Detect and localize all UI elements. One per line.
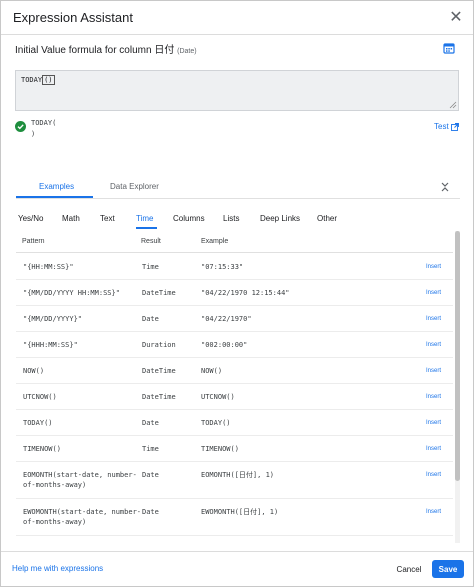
category-text[interactable]: Text xyxy=(100,214,115,223)
expression-text[interactable]: TODAY() xyxy=(21,75,55,85)
table-row: UTCNOW() DateTime UTCNOW() Insert xyxy=(16,384,453,410)
insert-link[interactable]: Insert xyxy=(426,342,441,348)
insert-link[interactable]: Insert xyxy=(426,290,441,296)
calendar-icon[interactable] xyxy=(443,42,455,54)
row-example: TODAY() xyxy=(201,419,231,427)
insert-link[interactable]: Insert xyxy=(426,316,441,322)
assistant-tabs: Examples Data Explorer xyxy=(16,177,460,199)
expression-function: TODAY xyxy=(21,76,43,84)
row-example: "07:15:33" xyxy=(201,263,244,271)
row-pattern: NOW() xyxy=(23,367,45,375)
table-row: TIMENOW() Time TIMENOW() Insert xyxy=(16,436,453,462)
table-row: "{HH:MM:SS}" Time "07:15:33" Insert xyxy=(16,254,453,280)
test-link[interactable]: Test xyxy=(434,122,459,131)
formula-label: Initial Value formula for column xyxy=(15,45,152,56)
dialog-header: Expression Assistant ✕ xyxy=(1,1,473,35)
row-pattern: "{MM/DD/YYYY HH:MM:SS}" xyxy=(23,289,120,297)
open-external-icon xyxy=(450,123,459,131)
category-time[interactable]: Time xyxy=(136,214,153,223)
category-deep-links[interactable]: Deep Links xyxy=(260,214,300,223)
table-row: "{MM/DD/YYYY HH:MM:SS}" DateTime "04/22/19… xyxy=(16,280,453,306)
dialog-footer: Help me with expressions Cancel Save xyxy=(1,551,473,587)
insert-link[interactable]: Insert xyxy=(426,394,441,400)
tab-data-explorer[interactable]: Data Explorer xyxy=(110,182,159,191)
row-pattern: UTCNOW() xyxy=(23,393,57,401)
insert-link[interactable]: Insert xyxy=(426,420,441,426)
row-example: NOW() xyxy=(201,367,223,375)
row-example: EWOMONTH([日付], 1) xyxy=(201,508,279,516)
test-label: Test xyxy=(434,122,449,131)
row-result: Date xyxy=(142,315,159,323)
row-pattern: TODAY() xyxy=(23,419,53,427)
row-result: Time xyxy=(142,445,159,453)
tab-examples[interactable]: Examples xyxy=(39,182,74,191)
scrollbar-thumb[interactable] xyxy=(455,231,460,481)
row-pattern: TIMENOW() xyxy=(23,445,61,453)
active-tab-indicator xyxy=(16,196,93,198)
row-pattern-continued: of-months-away) xyxy=(23,481,87,489)
row-example: EOMONTH([日付], 1) xyxy=(201,471,275,479)
table-scrollbar[interactable] xyxy=(455,231,460,543)
row-pattern: "{MM/DD/YYYY}" xyxy=(23,315,83,323)
row-pattern-continued: of-months-away) xyxy=(23,518,87,526)
dialog-title: Expression Assistant xyxy=(13,10,133,25)
save-button[interactable]: Save xyxy=(432,560,464,578)
row-example: "002:00:00" xyxy=(201,341,248,349)
category-lists[interactable]: Lists xyxy=(223,214,239,223)
active-category-indicator xyxy=(136,227,157,229)
result-line-2: ) xyxy=(31,130,36,138)
category-tabs: Yes/No Math Text Time Columns Lists Deep… xyxy=(16,209,456,231)
header-result: Result xyxy=(141,238,161,245)
expression-editor[interactable]: TODAY() xyxy=(15,70,459,111)
row-result: DateTime xyxy=(142,393,176,401)
check-circle-icon xyxy=(15,121,26,132)
result-line-1: TODAY( xyxy=(31,119,57,127)
table-row: TODAY() Date TODAY() Insert xyxy=(16,410,453,436)
header-pattern: Pattern xyxy=(22,238,45,245)
insert-link[interactable]: Insert xyxy=(426,472,441,478)
column-type: (Date) xyxy=(177,48,197,55)
help-link[interactable]: Help me with expressions xyxy=(12,564,103,573)
validation-result: TODAY( ) xyxy=(31,118,56,140)
table-row: NOW() DateTime NOW() Insert xyxy=(16,358,453,384)
row-result: Duration xyxy=(142,341,176,349)
category-columns[interactable]: Columns xyxy=(173,214,205,223)
row-result: Date xyxy=(142,508,159,516)
category-math[interactable]: Math xyxy=(62,214,80,223)
formula-subtitle: Initial Value formula for column 日付 (Dat… xyxy=(15,41,197,56)
expression-assistant-dialog: Expression Assistant ✕ Initial Value for… xyxy=(0,0,474,587)
header-example: Example xyxy=(201,238,229,245)
table-header: Pattern Result Example xyxy=(16,231,453,253)
row-result: Time xyxy=(142,263,159,271)
insert-link[interactable]: Insert xyxy=(426,509,441,515)
row-result: Date xyxy=(142,419,159,427)
table-row: "{MM/DD/YYYY}" Date "04/22/1970" Insert xyxy=(16,306,453,332)
table-row: EOMONTH(start-date, number-of-months-awa… xyxy=(16,462,453,499)
row-result: Date xyxy=(142,471,159,479)
row-example: "04/22/1970 12:15:44" xyxy=(201,289,290,297)
row-pattern: "{HHH:MM:SS}" xyxy=(23,341,78,349)
category-other[interactable]: Other xyxy=(317,214,337,223)
column-name: 日付 xyxy=(154,45,175,56)
expression-cursor-parens: () xyxy=(42,75,55,85)
cancel-button[interactable]: Cancel xyxy=(392,560,426,578)
insert-link[interactable]: Insert xyxy=(426,264,441,270)
collapse-icon[interactable] xyxy=(439,181,451,193)
category-yes-no[interactable]: Yes/No xyxy=(18,214,44,223)
row-result: DateTime xyxy=(142,367,176,375)
row-example: UTCNOW() xyxy=(201,393,235,401)
table-row: "{HHH:MM:SS}" Duration "002:00:00" Insert xyxy=(16,332,453,358)
examples-table: Pattern Result Example "{HH:MM:SS}" Time "… xyxy=(16,231,453,551)
row-example: "04/22/1970" xyxy=(201,315,252,323)
resize-handle-icon[interactable] xyxy=(449,101,457,109)
row-pattern: EWOMONTH(start-date, number- xyxy=(23,508,142,516)
insert-link[interactable]: Insert xyxy=(426,446,441,452)
row-pattern: EOMONTH(start-date, number- xyxy=(23,471,137,479)
insert-link[interactable]: Insert xyxy=(426,368,441,374)
row-pattern: "{HH:MM:SS}" xyxy=(23,263,74,271)
row-example: TIMENOW() xyxy=(201,445,239,453)
row-result: DateTime xyxy=(142,289,176,297)
close-icon[interactable]: ✕ xyxy=(447,7,465,27)
table-row: EWOMONTH(start-date, number-of-months-aw… xyxy=(16,499,453,536)
